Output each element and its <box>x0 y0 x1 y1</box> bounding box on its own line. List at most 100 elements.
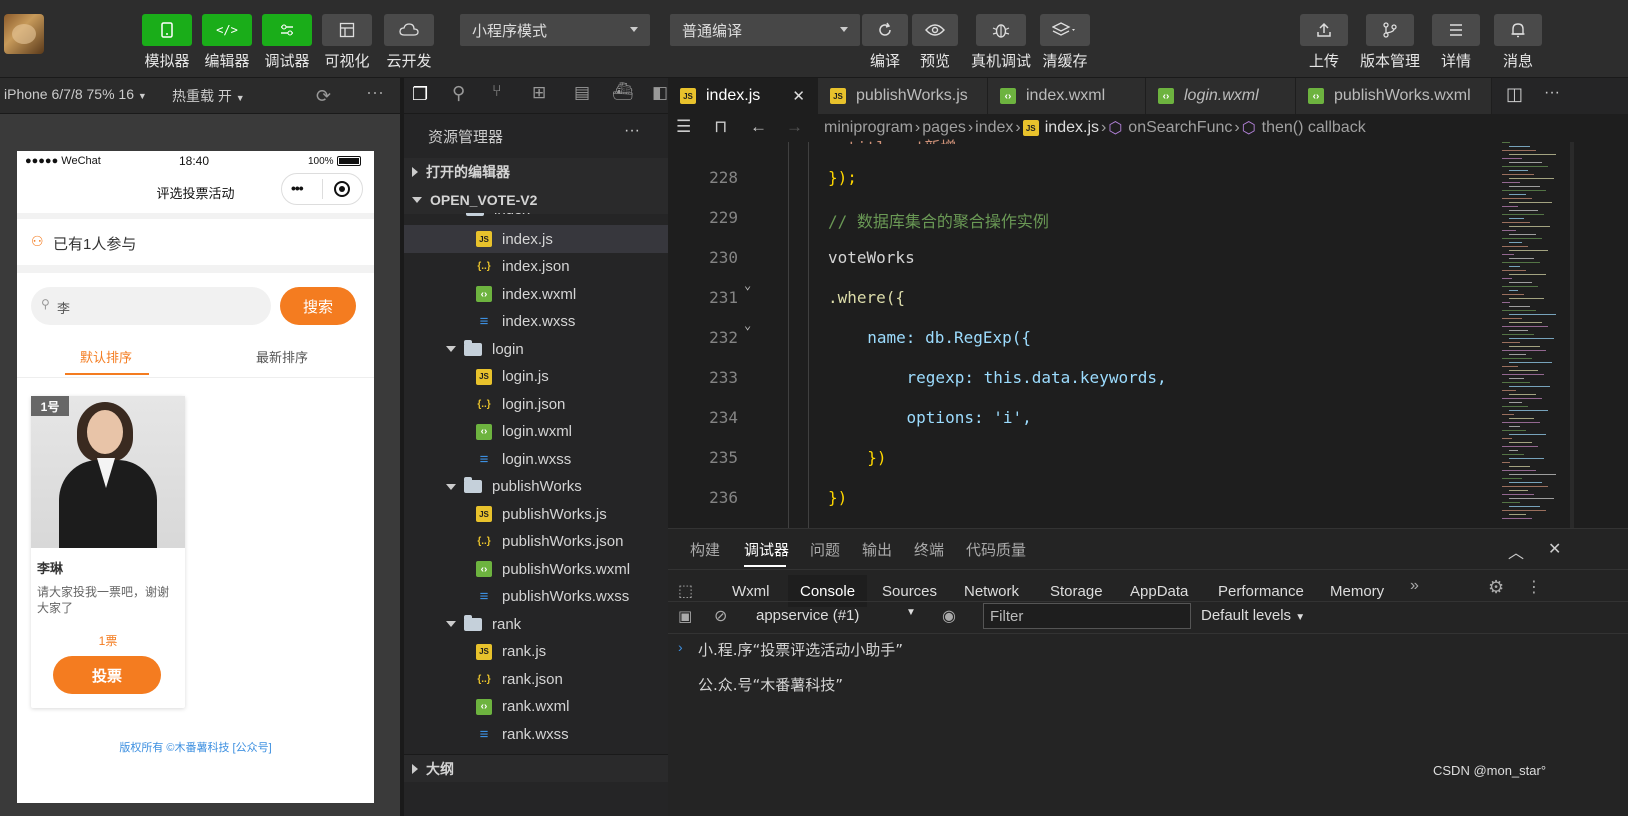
editor-tab[interactable]: JS index.js ✕ <box>668 78 818 114</box>
partial-folder-row[interactable]: index <box>404 213 668 221</box>
cloud-button[interactable] <box>384 14 434 46</box>
close-tab-icon[interactable]: ✕ <box>792 87 805 105</box>
search-icon[interactable]: ⚲ <box>452 83 465 104</box>
panel-toggle-icon[interactable]: ◧ <box>652 83 668 103</box>
forward-arrow-icon[interactable]: → <box>786 117 803 137</box>
mode-select[interactable]: 小程序模式 <box>460 14 650 46</box>
panel-tab[interactable]: 问题 <box>810 539 840 560</box>
levels-select[interactable]: Default levels ▼ <box>1201 607 1305 624</box>
folder-row[interactable]: publishWorks <box>404 473 668 501</box>
folder-row[interactable]: login <box>404 335 668 363</box>
source-control-icon[interactable]: ⑂ <box>492 83 502 101</box>
minimap[interactable] <box>1498 142 1568 528</box>
search-input[interactable]: ⚲ 李 <box>31 287 271 325</box>
file-row[interactable]: ‹› login.wxml <box>404 418 668 446</box>
file-row[interactable]: JS publishWorks.js <box>404 500 668 528</box>
devtools-tab[interactable]: Performance <box>1218 575 1304 607</box>
fold-chevron-icon[interactable]: ⌄ <box>744 318 751 332</box>
breadcrumb-item[interactable]: index.js <box>1045 119 1099 137</box>
project-section[interactable]: OPEN_VOTE-V2 <box>404 186 668 214</box>
file-row[interactable]: {..} login.json <box>404 390 668 418</box>
file-row[interactable]: ≡ login.wxss <box>404 445 668 473</box>
tab-default-sort[interactable]: 默认排序 <box>61 347 151 366</box>
panel-tab[interactable]: 调试器 <box>744 539 789 560</box>
compile-button[interactable] <box>862 14 908 46</box>
device-select[interactable]: iPhone 6/7/8 75% 16 ▼ <box>4 86 147 102</box>
inspect-element-icon[interactable]: ⬚ <box>678 581 693 601</box>
filter-input[interactable]: Filter <box>983 603 1191 629</box>
hotreload-toggle[interactable]: 热重载 开 ▼ <box>172 86 245 106</box>
fold-chevron-icon[interactable]: ⌄ <box>744 278 751 292</box>
docker-icon[interactable]: ⛴ <box>612 82 634 102</box>
search-button[interactable]: 搜索 <box>280 287 356 325</box>
back-arrow-icon[interactable]: ← <box>750 117 767 137</box>
panel-tab[interactable]: 构建 <box>690 539 720 560</box>
editor-tab[interactable]: ‹› publishWorks.wxml <box>1296 78 1492 114</box>
file-row[interactable]: JS login.js <box>404 363 668 391</box>
code-editor[interactable]: title: '新增 228});229// 数据库集合的聚合操作实例230vo… <box>668 138 1498 528</box>
files-icon[interactable]: ❐ <box>412 84 428 105</box>
clear-console-icon[interactable]: ⊘ <box>714 606 727 626</box>
file-row[interactable]: {..} index.json <box>404 253 668 281</box>
gear-icon[interactable]: ⚙ <box>1488 577 1504 598</box>
panel-tab[interactable]: 代码质量 <box>966 539 1026 560</box>
debugger-button[interactable] <box>262 14 312 46</box>
work-photo[interactable]: 1号 <box>31 396 185 548</box>
file-row[interactable]: ≡ publishWorks.wxss <box>404 583 668 611</box>
file-row[interactable]: ≡ index.wxss <box>404 308 668 336</box>
breadcrumb-item[interactable]: onSearchFunc <box>1128 119 1232 137</box>
breadcrumb-item[interactable]: index <box>975 119 1013 137</box>
work-card[interactable]: 1号 李琳 请大家投我一票吧，谢谢大家了 1票 投票 <box>31 396 185 708</box>
close-panel-icon[interactable]: ✕ <box>1548 539 1561 559</box>
file-row[interactable]: {..} rank.json <box>404 665 668 693</box>
kebab-menu-icon[interactable]: ⋮ <box>1526 577 1542 597</box>
details-button[interactable] <box>1432 14 1480 46</box>
explorer-more-icon[interactable]: ··· <box>624 122 640 140</box>
editor-tab[interactable]: ‹› login.wxml <box>1146 78 1296 114</box>
collapse-panel-icon[interactable]: ︿ <box>1508 539 1524 563</box>
compile-select[interactable]: 普通编译 <box>670 14 860 46</box>
editor-scrollbar[interactable] <box>1568 142 1628 528</box>
vote-button[interactable]: 投票 <box>53 656 161 694</box>
file-row[interactable]: ‹› index.wxml <box>404 280 668 308</box>
panel-tab[interactable]: 输出 <box>862 539 892 560</box>
editor-button[interactable]: </> <box>202 14 252 46</box>
user-avatar[interactable] <box>4 14 44 54</box>
capsule-button[interactable]: ••• <box>281 173 363 205</box>
editor-tab[interactable]: ‹› index.wxml <box>988 78 1146 114</box>
file-row[interactable]: ‹› rank.wxml <box>404 693 668 721</box>
file-row[interactable]: ≡ rank.wxss <box>404 720 668 748</box>
remote-debug-button[interactable] <box>976 14 1026 46</box>
more-icon[interactable]: ··· <box>366 82 384 103</box>
file-row[interactable]: JS rank.js <box>404 638 668 666</box>
extensions-icon[interactable]: ⊞ <box>532 83 546 103</box>
devtools-tab[interactable]: Sources <box>882 575 937 607</box>
messages-button[interactable] <box>1494 14 1542 46</box>
breadcrumb-item[interactable]: then() callback <box>1262 119 1366 137</box>
rotate-icon[interactable]: ⟳ <box>316 86 331 107</box>
preview-button[interactable] <box>912 14 958 46</box>
open-editors-section[interactable]: 打开的编辑器 <box>404 158 668 186</box>
bookmark-icon[interactable]: ⊓ <box>714 117 727 137</box>
upload-button[interactable] <box>1300 14 1348 46</box>
devtools-tab[interactable]: Memory <box>1330 575 1384 607</box>
visual-button[interactable] <box>322 14 372 46</box>
clear-cache-button[interactable] <box>1040 14 1090 46</box>
panel-tab[interactable]: 终端 <box>914 539 944 560</box>
file-row[interactable]: ‹› publishWorks.wxml <box>404 555 668 583</box>
close-circle-icon[interactable] <box>334 181 350 197</box>
split-editor-icon[interactable]: ◫ <box>1506 84 1523 105</box>
more-dots-icon[interactable]: ••• <box>291 180 304 196</box>
context-select[interactable]: appservice (#1) ▼ <box>756 607 916 624</box>
footer-copyright[interactable]: 版权所有 ©木番薯科技 [公众号] <box>17 739 374 755</box>
eye-icon[interactable]: ◉ <box>942 606 956 626</box>
file-row[interactable]: {..} publishWorks.json <box>404 528 668 556</box>
devtools-tab[interactable]: Wxml <box>732 575 770 607</box>
file-row[interactable]: JS index.js <box>404 225 668 253</box>
more-actions-icon[interactable]: ··· <box>1544 84 1560 102</box>
editor-tab[interactable]: JS publishWorks.js <box>818 78 988 114</box>
list-icon[interactable]: ☰ <box>676 117 691 137</box>
layout-icon[interactable]: ▤ <box>574 83 590 103</box>
version-button[interactable] <box>1366 14 1414 46</box>
sidebar-toggle-icon[interactable]: ▣ <box>678 607 692 625</box>
